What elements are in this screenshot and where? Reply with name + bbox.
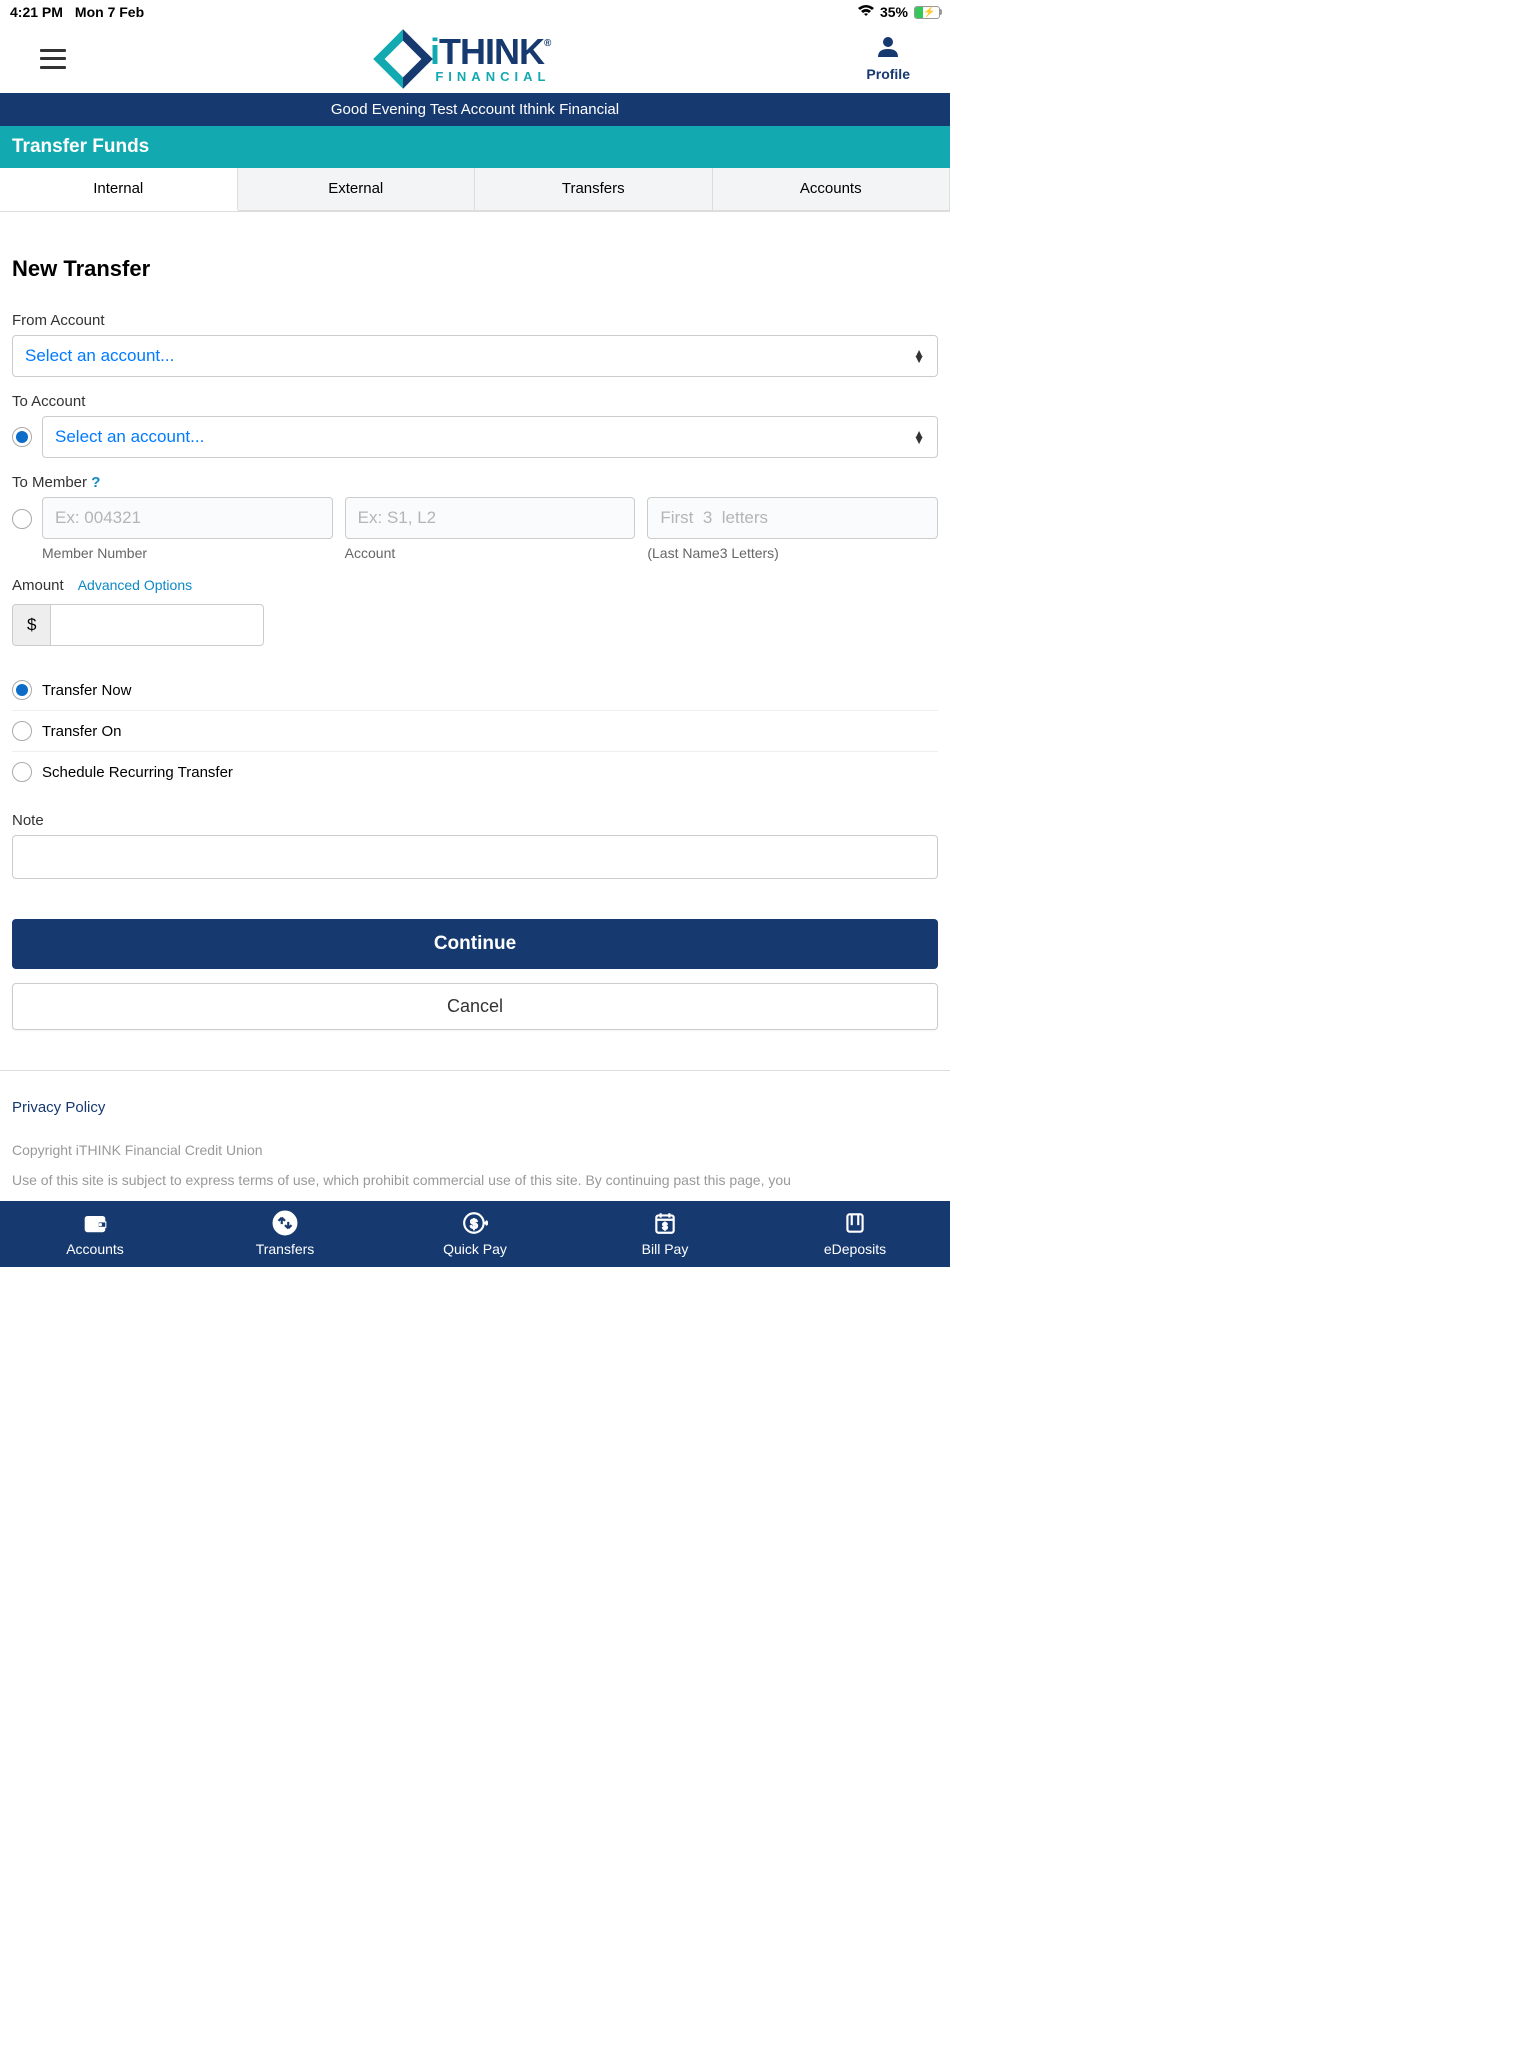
member-number-sublabel: Member Number [42,545,333,561]
to-account-value: Select an account... [55,427,204,447]
amount-label: Amount [12,577,64,594]
status-date: Mon 7 Feb [75,4,144,20]
schedule-recurring-label: Schedule Recurring Transfer [42,764,233,781]
currency-prefix: $ [12,604,50,646]
member-account-sublabel: Account [345,545,636,561]
profile-button[interactable]: Profile [866,35,910,82]
cancel-button[interactable]: Cancel [12,983,938,1030]
battery-icon: ⚡ [914,6,940,19]
to-account-radio[interactable] [12,427,32,447]
to-member-radio[interactable] [12,509,32,529]
member-lastname-input[interactable] [647,497,938,539]
to-member-label: To Member ? [12,474,938,491]
transfer-now-label: Transfer Now [42,682,131,699]
tab-accounts[interactable]: Accounts [713,168,951,211]
wallet-icon [81,1209,109,1237]
advanced-options-link[interactable]: Advanced Options [78,577,192,593]
menu-icon[interactable] [40,49,66,69]
app-logo: iTHINK® FINANCIAL [382,34,550,83]
chevron-updown-icon: ▲▼ [913,350,925,362]
to-account-select[interactable]: Select an account... ▲▼ [42,416,938,458]
battery-percent: 35% [880,4,908,20]
calendar-icon: $ [651,1209,679,1237]
continue-button[interactable]: Continue [12,919,938,969]
bottom-nav: Accounts Transfers $ Quick Pay $ Bill Pa… [0,1201,950,1267]
from-account-label: From Account [12,312,938,329]
nav-billpay[interactable]: $ Bill Pay [570,1209,760,1257]
nav-edeposits[interactable]: eDeposits [760,1209,950,1257]
member-account-input[interactable] [345,497,636,539]
profile-label: Profile [866,66,910,82]
transfer-on-label: Transfer On [42,723,121,740]
tab-bar: Internal External Transfers Accounts [0,168,950,212]
dollar-circle-icon: $ [461,1209,489,1237]
privacy-policy-link[interactable]: Privacy Policy [12,1099,938,1116]
note-input[interactable] [12,835,938,879]
copyright-text: Copyright iTHINK Financial Credit Union [12,1142,938,1158]
to-account-label: To Account [12,393,938,410]
app-header: iTHINK® FINANCIAL Profile [0,24,950,93]
status-bar: 4:21 PM Mon 7 Feb 35% ⚡ [0,0,950,24]
nav-transfers[interactable]: Transfers [190,1209,380,1257]
logo-mark-icon [373,29,432,88]
section-title: New Transfer [12,256,938,282]
nav-quickpay[interactable]: $ Quick Pay [380,1209,570,1257]
amount-input[interactable] [50,604,264,646]
page-title: Transfer Funds [0,126,950,168]
member-number-input[interactable] [42,497,333,539]
tab-external[interactable]: External [238,168,476,211]
greeting-bar: Good Evening Test Account Ithink Financi… [0,93,950,126]
svg-text:$: $ [662,1222,668,1233]
tab-internal[interactable]: Internal [0,168,238,211]
svg-text:$: $ [470,1215,478,1231]
tab-transfers[interactable]: Transfers [475,168,713,211]
person-icon [876,35,900,66]
transfer-on-radio[interactable] [12,721,32,741]
status-time: 4:21 PM [10,4,63,20]
from-account-value: Select an account... [25,346,174,366]
wifi-icon [858,4,874,20]
atm-icon [841,1209,869,1237]
transfer-now-radio[interactable] [12,680,32,700]
schedule-recurring-radio[interactable] [12,762,32,782]
terms-text: Use of this site is subject to express t… [12,1172,938,1188]
member-lastname-sublabel: (Last Name3 Letters) [647,545,938,561]
help-icon[interactable]: ? [91,474,100,491]
nav-accounts[interactable]: Accounts [0,1209,190,1257]
chevron-updown-icon: ▲▼ [913,431,925,443]
note-label: Note [12,812,938,829]
transfer-icon [271,1209,299,1237]
from-account-select[interactable]: Select an account... ▲▼ [12,335,938,377]
